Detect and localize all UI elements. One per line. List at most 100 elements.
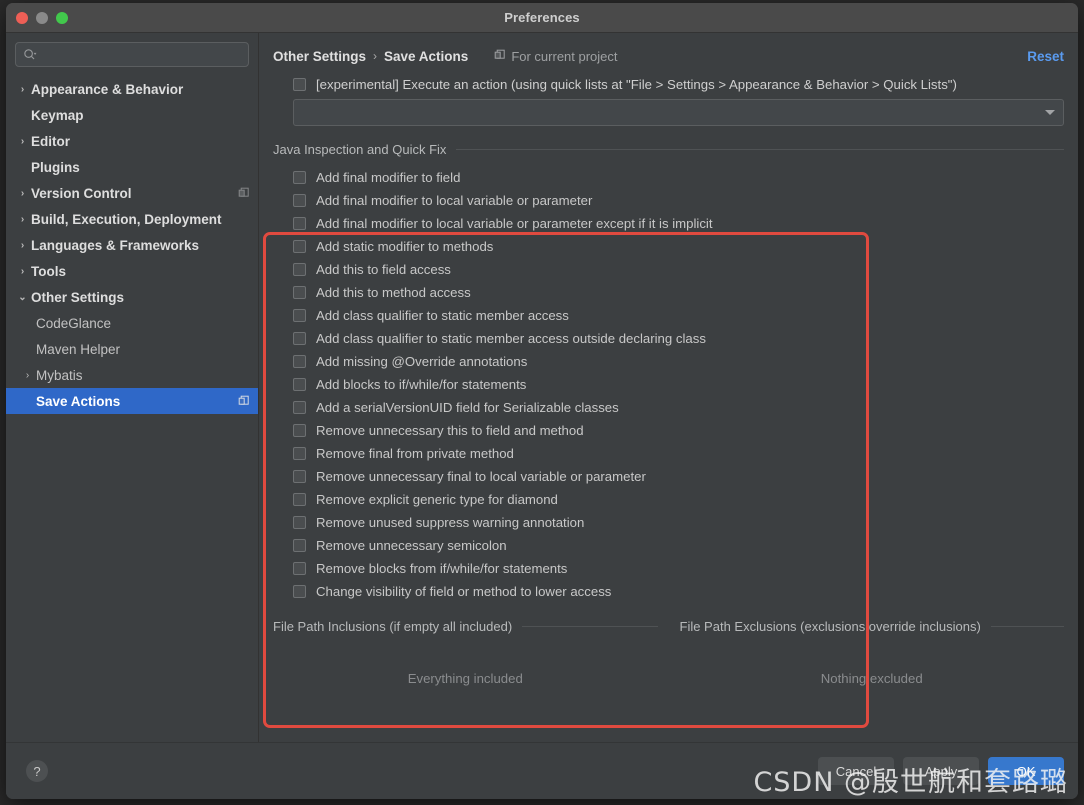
option-checkbox[interactable]	[293, 447, 306, 460]
sidebar-item-plugins[interactable]: Plugins	[6, 154, 258, 180]
sidebar-item-appearance-behavior[interactable]: › Appearance & Behavior	[6, 76, 258, 102]
sidebar-item-mybatis[interactable]: › Mybatis	[6, 362, 258, 388]
option-checkbox[interactable]	[293, 516, 306, 529]
option-checkbox[interactable]	[293, 332, 306, 345]
sidebar-item-label: Build, Execution, Deployment	[31, 211, 222, 227]
option-checkbox[interactable]	[293, 194, 306, 207]
exclusions-empty-text: Nothing excluded	[820, 670, 923, 686]
close-window-icon[interactable]	[16, 11, 28, 24]
project-scope-icon	[238, 395, 250, 407]
experimental-action-row[interactable]: [experimental] Execute an action (using …	[259, 67, 1078, 92]
option-row[interactable]: Add blocks to if/while/for statements	[293, 373, 1064, 396]
option-row[interactable]: Add missing @Override annotations	[293, 350, 1064, 373]
option-checkbox[interactable]	[293, 470, 306, 483]
option-checkbox[interactable]	[293, 286, 306, 299]
sidebar-item-label: Languages & Frameworks	[31, 237, 200, 253]
chevron-right-icon[interactable]: ›	[14, 84, 31, 95]
option-row[interactable]: Add class qualifier to static member acc…	[293, 304, 1064, 327]
chevron-right-icon[interactable]: ›	[19, 370, 36, 381]
group-header: Java Inspection and Quick Fix	[273, 142, 1064, 157]
option-row[interactable]: Add static modifier to methods	[293, 235, 1064, 258]
option-row[interactable]: Remove unnecessary this to field and met…	[293, 419, 1064, 442]
reset-link[interactable]: Reset	[1027, 49, 1064, 64]
option-row[interactable]: Remove unnecessary semicolon	[293, 534, 1064, 557]
option-row[interactable]: Add class qualifier to static member acc…	[293, 327, 1064, 350]
option-checkbox[interactable]	[293, 424, 306, 437]
option-row[interactable]: Add this to method access	[293, 281, 1064, 304]
chevron-right-icon[interactable]: ›	[14, 188, 31, 199]
option-checkbox[interactable]	[293, 240, 306, 253]
experimental-action-checkbox[interactable]	[293, 78, 306, 91]
chevron-right-icon[interactable]: ›	[14, 266, 31, 277]
sidebar-item-build-execution-deployment[interactable]: › Build, Execution, Deployment	[6, 206, 258, 232]
option-row[interactable]: Add final modifier to local variable or …	[293, 212, 1064, 235]
option-row[interactable]: Remove final from private method	[293, 442, 1064, 465]
footer-button-group: Cancel Apply OK	[818, 757, 1064, 785]
inclusions-header: File Path Inclusions (if empty all inclu…	[273, 619, 658, 634]
help-button[interactable]: ?	[26, 760, 48, 782]
option-label: Remove final from private method	[316, 446, 514, 461]
exclusions-list[interactable]: Nothing excluded	[680, 634, 1065, 742]
sidebar-item-languages-frameworks[interactable]: › Languages & Frameworks	[6, 232, 258, 258]
chevron-right-icon[interactable]: ›	[14, 214, 31, 225]
exclusions-header: File Path Exclusions (exclusions overrid…	[680, 619, 1064, 634]
option-label: Add final modifier to local variable or …	[316, 216, 713, 231]
option-row[interactable]: Add this to field access	[293, 258, 1064, 281]
traffic-light-group	[6, 11, 68, 24]
option-row[interactable]: Remove unnecessary final to local variab…	[293, 465, 1064, 488]
inclusions-list[interactable]: Everything included	[273, 634, 658, 742]
quick-list-combo[interactable]	[293, 99, 1064, 126]
sidebar-item-editor[interactable]: › Editor	[6, 128, 258, 154]
file-path-exclusions-section: File Path Exclusions (exclusions overrid…	[680, 619, 1065, 742]
screenshot-root: Preferences › Appearance & Behavior Keym…	[0, 0, 1084, 805]
sidebar-item-maven-helper[interactable]: Maven Helper	[6, 336, 258, 362]
option-checkbox[interactable]	[293, 217, 306, 230]
option-row[interactable]: Change visibility of field or method to …	[293, 580, 1064, 603]
chevron-down-icon[interactable]	[1045, 110, 1055, 115]
group-divider	[522, 626, 658, 627]
sidebar-item-keymap[interactable]: Keymap	[6, 102, 258, 128]
apply-button[interactable]: Apply	[903, 757, 979, 785]
search-input[interactable]	[37, 46, 241, 63]
inclusions-title: File Path Inclusions (if empty all inclu…	[273, 619, 513, 634]
option-checkbox[interactable]	[293, 355, 306, 368]
option-checkbox[interactable]	[293, 309, 306, 322]
for-current-project-label: For current project	[494, 49, 618, 64]
option-row[interactable]: Remove explicit generic type for diamond	[293, 488, 1064, 511]
group-title: Java Inspection and Quick Fix	[273, 142, 447, 157]
settings-sidebar: › Appearance & Behavior Keymap › Editor …	[6, 33, 259, 742]
option-label: Add class qualifier to static member acc…	[316, 331, 706, 346]
sidebar-item-codeglance[interactable]: CodeGlance	[6, 310, 258, 336]
sidebar-item-label: Mybatis	[36, 367, 83, 383]
chevron-down-icon[interactable]: ⌄	[14, 292, 31, 303]
cancel-button[interactable]: Cancel	[818, 757, 894, 785]
option-label: Change visibility of field or method to …	[316, 584, 612, 599]
option-row[interactable]: Remove blocks from if/while/for statemen…	[293, 557, 1064, 580]
sidebar-item-version-control[interactable]: › Version Control	[6, 180, 258, 206]
minimize-window-icon[interactable]	[36, 11, 48, 24]
option-checkbox[interactable]	[293, 562, 306, 575]
option-checkbox[interactable]	[293, 493, 306, 506]
zoom-window-icon[interactable]	[56, 11, 68, 24]
breadcrumb-parent[interactable]: Other Settings	[273, 49, 366, 64]
option-checkbox[interactable]	[293, 263, 306, 276]
option-checkbox[interactable]	[293, 378, 306, 391]
option-label: Add a serialVersionUID field for Seriali…	[316, 400, 619, 415]
option-row[interactable]: Add final modifier to local variable or …	[293, 189, 1064, 212]
option-checkbox[interactable]	[293, 171, 306, 184]
sidebar-item-other-settings[interactable]: ⌄ Other Settings	[6, 284, 258, 310]
chevron-right-icon[interactable]: ›	[14, 136, 31, 147]
option-checkbox[interactable]	[293, 585, 306, 598]
chevron-right-icon[interactable]: ›	[14, 240, 31, 251]
option-row[interactable]: Add a serialVersionUID field for Seriali…	[293, 396, 1064, 419]
inclusions-empty-text: Everything included	[407, 670, 523, 686]
option-row[interactable]: Add final modifier to field	[293, 166, 1064, 189]
sidebar-item-tools[interactable]: › Tools	[6, 258, 258, 284]
preferences-window: Preferences › Appearance & Behavior Keym…	[6, 3, 1078, 799]
ok-button[interactable]: OK	[988, 757, 1064, 785]
search-box[interactable]	[15, 42, 249, 67]
option-checkbox[interactable]	[293, 401, 306, 414]
option-checkbox[interactable]	[293, 539, 306, 552]
sidebar-item-save-actions[interactable]: Save Actions	[6, 388, 258, 414]
option-row[interactable]: Remove unused suppress warning annotatio…	[293, 511, 1064, 534]
